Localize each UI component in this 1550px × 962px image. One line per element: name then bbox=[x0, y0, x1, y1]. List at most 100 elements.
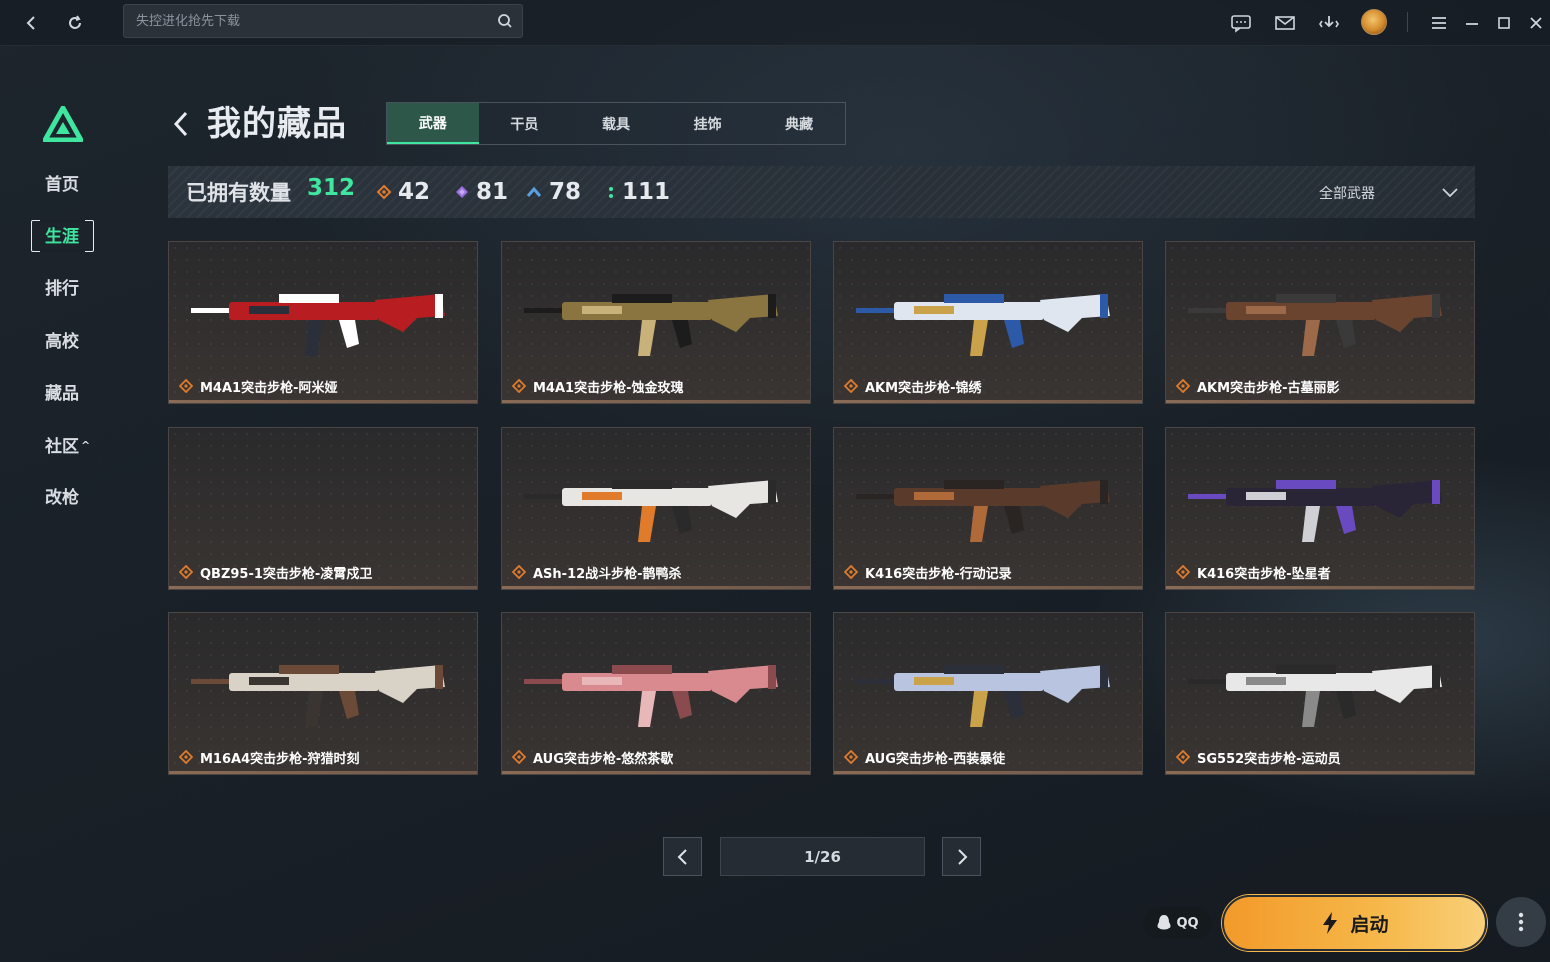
chevron-left-icon bbox=[677, 848, 687, 865]
rarity-diamond-icon bbox=[844, 565, 858, 579]
weapon-name: AUG突击步枪-西装暴徒 bbox=[865, 752, 1006, 767]
weapon-grid: M4A1突击步枪-阿米娅 M4A1突击步枪-蚀金玫瑰 AKM突击步枪-锦绣 AKM突击… bbox=[168, 241, 1475, 775]
rarity-diamond-icon bbox=[844, 750, 858, 764]
owned-count: 312 bbox=[307, 175, 356, 201]
weapon-name: ASh-12战斗步枪-鹊鸭杀 bbox=[533, 567, 682, 582]
weapon-card[interactable]: K416突击步枪-行动记录 bbox=[833, 427, 1143, 590]
rarity-diamond-icon bbox=[179, 565, 193, 579]
weapon-card[interactable]: ASh-12战斗步枪-鹊鸭杀 bbox=[501, 427, 811, 590]
back-icon[interactable] bbox=[16, 8, 46, 38]
blue-chevron-icon bbox=[526, 186, 542, 197]
user-avatar[interactable] bbox=[1361, 9, 1387, 35]
maximize-icon[interactable] bbox=[1489, 8, 1519, 38]
rarity-diamond-icon bbox=[512, 565, 526, 579]
chevron-up-icon: ^ bbox=[81, 439, 91, 452]
rarity-diamond-icon bbox=[844, 379, 858, 393]
more-vertical-icon bbox=[1518, 912, 1524, 932]
weapon-name: K416突击步枪-行动记录 bbox=[865, 567, 1012, 582]
weapon-image bbox=[1188, 294, 1442, 356]
rarity-diamond-icon bbox=[179, 379, 193, 393]
orange-diamond-icon bbox=[376, 184, 392, 200]
weapon-image bbox=[524, 294, 778, 356]
stat-purple: 81 bbox=[454, 178, 508, 206]
rarity-diamond-icon bbox=[1176, 379, 1190, 393]
rarity-diamond-icon bbox=[512, 379, 526, 393]
weapon-card[interactable]: QBZ95-1突击步枪-凌霄戍卫 bbox=[168, 427, 478, 590]
weapon-image bbox=[1188, 665, 1442, 727]
weapon-name: AKM突击步枪-古墓丽影 bbox=[1197, 381, 1340, 396]
page-indicator: 1/26 bbox=[720, 837, 925, 876]
chevron-down-icon bbox=[1442, 188, 1458, 198]
next-page-button[interactable] bbox=[942, 837, 981, 876]
rarity-diamond-icon bbox=[179, 750, 193, 764]
more-options-button[interactable] bbox=[1496, 897, 1546, 947]
weapon-name: AKM突击步枪-锦绣 bbox=[865, 381, 982, 396]
search-icon[interactable] bbox=[496, 12, 514, 30]
search-box[interactable] bbox=[123, 4, 523, 38]
page-title: 我的藏品 bbox=[207, 104, 347, 144]
qq-label: QQ bbox=[1176, 915, 1199, 931]
prev-page-button[interactable] bbox=[663, 837, 702, 876]
nav-community[interactable]: 社区 ^ bbox=[45, 434, 90, 458]
weapon-card[interactable]: AUG突击步枪-西装暴徒 bbox=[833, 612, 1143, 775]
app-logo[interactable] bbox=[43, 106, 83, 142]
weapon-card[interactable]: AKM突击步枪-古墓丽影 bbox=[1165, 241, 1475, 404]
weapon-card[interactable]: M4A1突击步枪-阿米娅 bbox=[168, 241, 478, 404]
green-dots-icon bbox=[609, 187, 613, 198]
chevron-right-icon bbox=[957, 848, 967, 865]
launch-button[interactable]: 启动 bbox=[1222, 895, 1487, 951]
stat-purple-value: 81 bbox=[476, 179, 509, 205]
weapon-filter-dropdown[interactable]: 全部武器 bbox=[1319, 180, 1459, 204]
nav-gunsmith[interactable]: 改枪 bbox=[45, 486, 79, 510]
qq-penguin-icon bbox=[1157, 915, 1171, 930]
weapon-card[interactable]: M4A1突击步枪-蚀金玫瑰 bbox=[501, 241, 811, 404]
nav-ranking[interactable]: 排行 bbox=[45, 277, 79, 301]
qq-account-button[interactable]: QQ bbox=[1143, 907, 1212, 939]
stats-bar: 已拥有数量 312 42 81 78 111 全部武器 bbox=[168, 166, 1475, 218]
weapon-name: QBZ95-1突击步枪-凌霄戍卫 bbox=[200, 567, 373, 582]
weapon-name: M16A4突击步枪-狩猎时刻 bbox=[200, 752, 360, 767]
tab-weapons[interactable]: 武器 bbox=[387, 103, 479, 144]
category-tabs: 武器 干员 载具 挂饰 典藏 bbox=[386, 102, 846, 145]
divider bbox=[1407, 12, 1408, 32]
search-input[interactable] bbox=[124, 5, 484, 37]
weapon-card[interactable]: SG552突击步枪-运动员 bbox=[1165, 612, 1475, 775]
title-bar bbox=[0, 0, 1550, 46]
launch-label: 启动 bbox=[1350, 913, 1389, 936]
weapon-name: K416突击步枪-坠星者 bbox=[1197, 567, 1331, 582]
weapon-image bbox=[856, 480, 1110, 542]
mail-icon[interactable] bbox=[1270, 8, 1300, 38]
menu-icon[interactable] bbox=[1424, 8, 1454, 38]
weapon-image bbox=[191, 294, 445, 356]
tab-charms[interactable]: 挂饰 bbox=[662, 103, 754, 144]
rarity-diamond-icon bbox=[1176, 750, 1190, 764]
lightning-icon bbox=[1323, 912, 1338, 934]
tab-operators[interactable]: 干员 bbox=[479, 103, 571, 144]
tab-vehicles[interactable]: 载具 bbox=[570, 103, 662, 144]
nav-college[interactable]: 高校 bbox=[45, 330, 79, 354]
weapon-card[interactable]: M16A4突击步枪-狩猎时刻 bbox=[168, 612, 478, 775]
weapon-card[interactable]: K416突击步枪-坠星者 bbox=[1165, 427, 1475, 590]
stat-orange: 42 bbox=[376, 178, 430, 206]
minimize-icon[interactable] bbox=[1457, 8, 1487, 38]
weapon-image bbox=[524, 480, 778, 542]
chat-icon[interactable] bbox=[1226, 8, 1256, 38]
tab-collection[interactable]: 典藏 bbox=[753, 103, 845, 144]
nav-collection[interactable]: 藏品 bbox=[45, 382, 79, 406]
weapon-name: SG552突击步枪-运动员 bbox=[1197, 752, 1341, 767]
rarity-diamond-icon bbox=[512, 750, 526, 764]
weapon-card[interactable]: AKM突击步枪-锦绣 bbox=[833, 241, 1143, 404]
nav-community-label: 社区 bbox=[45, 437, 79, 457]
back-arrow-icon[interactable] bbox=[170, 108, 194, 140]
close-icon[interactable] bbox=[1521, 8, 1550, 38]
filter-label: 全部武器 bbox=[1319, 186, 1375, 202]
weapon-image bbox=[856, 294, 1110, 356]
download-icon[interactable] bbox=[1314, 8, 1344, 38]
weapon-card[interactable]: AUG突击步枪-悠然茶歇 bbox=[501, 612, 811, 775]
purple-diamond-icon bbox=[456, 186, 468, 198]
stat-green-value: 111 bbox=[622, 179, 671, 205]
nav-home[interactable]: 首页 bbox=[45, 173, 79, 197]
stat-blue-value: 78 bbox=[549, 179, 582, 205]
refresh-icon[interactable] bbox=[60, 8, 90, 38]
nav-career[interactable]: 生涯 bbox=[45, 225, 79, 249]
